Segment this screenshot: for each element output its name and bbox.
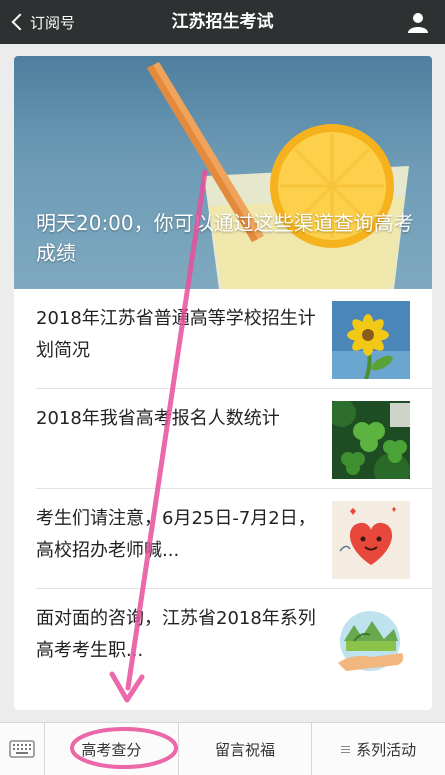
plant-hand-thumbnail bbox=[332, 601, 410, 679]
article-title: 2018年我省高考报名人数统计 bbox=[36, 408, 280, 429]
menu-item-label: 高考查分 bbox=[81, 740, 142, 759]
article-item-2[interactable]: 2018年我省高考报名人数统计 bbox=[14, 389, 432, 489]
hero-title: 明天20:00，你可以通过这些渠道查询高考成绩 bbox=[36, 211, 414, 265]
heart-thumbnail bbox=[332, 501, 410, 579]
hero-article[interactable]: 明天20:00，你可以通过这些渠道查询高考成绩 bbox=[14, 56, 432, 289]
top-navbar: 订阅号 江苏招生考试 bbox=[0, 0, 445, 44]
article-card: 明天20:00，你可以通过这些渠道查询高考成绩 2018年江苏省普通高等学校招生… bbox=[14, 56, 432, 710]
article-item-3[interactable]: 考生们请注意，6月25日-7月2日，高校招办老师喊... bbox=[14, 489, 432, 589]
sunflower-thumbnail bbox=[332, 301, 410, 379]
article-title: 面对面的咨询，江苏省2018年系列高考考生职... bbox=[36, 608, 316, 661]
article-item-1[interactable]: 2018年江苏省普通高等学校招生计划简况 bbox=[14, 289, 432, 389]
article-title: 2018年江苏省普通高等学校招生计划简况 bbox=[36, 308, 316, 361]
menu-item-activities[interactable]: 系列活动 bbox=[312, 723, 445, 775]
menu-item-messages[interactable]: 留言祝福 bbox=[179, 723, 313, 775]
list-icon bbox=[341, 744, 351, 755]
article-item-4[interactable]: 面对面的咨询，江苏省2018年系列高考考生职... bbox=[14, 589, 432, 689]
menu-item-score-query[interactable]: 高考查分 bbox=[45, 723, 179, 775]
page-title: 江苏招生考试 bbox=[171, 12, 274, 32]
menu-item-label: 留言祝福 bbox=[215, 740, 276, 759]
article-title: 考生们请注意，6月25日-7月2日，高校招办老师喊... bbox=[36, 508, 316, 561]
bottom-menu: 高考查分 留言祝福 系列活动 bbox=[0, 722, 445, 775]
clover-thumbnail bbox=[332, 401, 410, 479]
keyboard-icon[interactable] bbox=[0, 723, 45, 775]
user-icon[interactable] bbox=[407, 11, 429, 33]
menu-item-label: 系列活动 bbox=[356, 740, 417, 759]
